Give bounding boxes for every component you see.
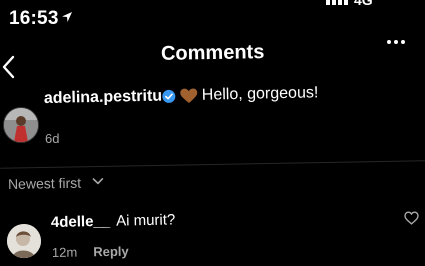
location-arrow-icon [62,12,72,22]
brown-heart-icon [180,88,198,103]
comment-meta: 12m Reply [52,242,252,265]
network-type: 4G [354,0,373,8]
heart-outline-icon[interactable] [404,211,419,225]
comment-avatar[interactable] [7,224,41,258]
sort-selector[interactable]: Newest first [7,174,104,194]
chevron-down-icon [92,178,104,185]
signal-bars-icon [326,0,348,5]
caption: adelina.pestritu Hello, gorgeous! [44,82,405,120]
verified-badge-icon [162,89,176,103]
status-bar: 16:53 4G [0,0,425,36]
nav-bar: Comments [0,36,425,88]
avatar-image [4,108,38,142]
caption-timestamp: 6d [45,131,60,146]
page-title: Comments [160,41,265,65]
comment-username[interactable]: 4delle__ [51,213,111,231]
caption-avatar[interactable] [3,107,39,143]
comment: 4delle__ Ai murit? [51,208,351,238]
sort-label: Newest first [7,174,82,192]
status-time: 16:53 [9,8,59,29]
comment-timestamp: 12m [51,244,78,260]
more-horizontal-icon[interactable] [386,38,406,46]
caption-username[interactable]: adelina.pestritu [44,88,163,108]
divider [0,160,425,169]
avatar-image [7,224,41,258]
caption-text: Hello, gorgeous! [201,84,319,104]
comment-text: Ai murit? [115,211,176,230]
reply-button[interactable]: Reply [93,244,129,260]
